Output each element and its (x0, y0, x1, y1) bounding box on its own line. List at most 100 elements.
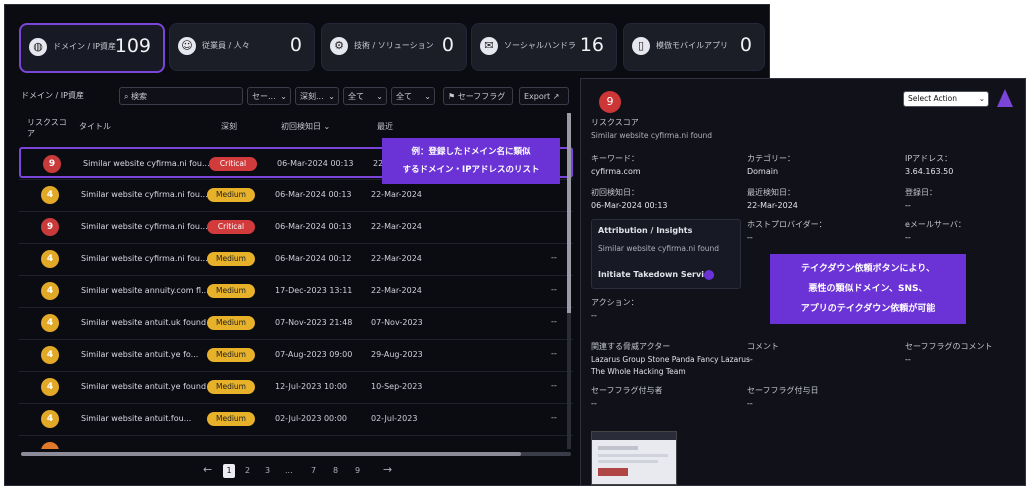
last-detected: 22-Mar-2024 (371, 222, 422, 231)
card-social[interactable]: ✉ ソーシャルハンドラ 16 (471, 23, 617, 71)
export-icon: ↗ (550, 92, 560, 101)
annotation-callout-list: 例：登録したドメイン名に類似 するドメイン・IPアドレスのリスト (382, 138, 560, 184)
filter-dropdown-3[interactable]: 全て ⌄ (343, 87, 387, 105)
screenshot-thumbnail[interactable] (591, 431, 677, 485)
globe-icon: ◍ (29, 38, 47, 56)
risk-score-badge: 9 (599, 91, 621, 113)
threat-actor-label: 関連する脅威アクター (591, 342, 671, 351)
chevron-down-icon: ⌄ (376, 92, 383, 101)
chat-icon: ✉ (480, 37, 498, 55)
last-detected: 22-Mar-2024 (371, 254, 422, 263)
select-action-dropdown[interactable]: Select Action ⌄ (903, 91, 989, 107)
next-page-button[interactable]: → (383, 463, 392, 476)
page-2[interactable]: 2 (245, 466, 250, 475)
page-9[interactable]: 9 (355, 466, 360, 475)
safeflag-date-value: -- (747, 399, 753, 408)
last-detected-value: 22-Mar-2024 (747, 201, 798, 210)
severity-badge: Medium (207, 284, 255, 298)
card-count: 109 (114, 35, 151, 57)
card-count: 0 (289, 34, 302, 56)
host-provider-value: -- (747, 233, 753, 242)
chevron-down-icon: ⌄ (328, 92, 335, 101)
col-title[interactable]: タイトル (79, 121, 111, 132)
keyword-value: cyfirma.com (591, 167, 641, 176)
first-detected: 06-Mar-2024 00:13 (275, 222, 352, 231)
table-row[interactable]: 4 Similar website antuit.uk found Medium… (19, 307, 573, 338)
card-mobile-apps[interactable]: ▯ 模倣モバイルアプリ 0 (623, 23, 765, 71)
callout-line: するドメイン・IPアドレスのリスト (402, 165, 540, 175)
safe-flag-toggle[interactable]: ⚑ セーフフラグ (443, 87, 513, 105)
filter-dropdown-2[interactable]: 深刻... ⌄ (295, 87, 339, 105)
risk-score-badge: 4 (41, 186, 59, 204)
first-detected: 07-Nov-2023 21:48 (275, 318, 353, 327)
risk-score-label: リスクスコア (591, 118, 639, 127)
row-title: Similar website cyfirma.ni fou... (81, 190, 208, 199)
logo-icon[interactable] (997, 89, 1013, 107)
col-severity[interactable]: 深刻 (221, 121, 237, 132)
card-domain-ip[interactable]: ◍ ドメイン / IP資産 109 (19, 23, 165, 73)
row-extra: -- (551, 253, 557, 262)
card-label: 従業員 / 人々 (202, 41, 250, 50)
table-row[interactable]: 4 Similar website antuit.ye found Medium… (19, 371, 573, 402)
first-detected: 07-Aug-2023 09:00 (275, 350, 353, 359)
scrollbar-thumb[interactable] (21, 452, 521, 456)
severity-badge: Critical (207, 220, 255, 234)
row-extra: -- (551, 413, 557, 422)
table-row[interactable]: 4 Similar website cyfirma.ni fou... Medi… (19, 243, 573, 274)
export-button[interactable]: Export ↗ (519, 87, 569, 105)
last-detected: 07-Nov-2023 (371, 318, 423, 327)
filter-dropdown-1[interactable]: セー... ⌄ (247, 87, 291, 105)
page-1[interactable]: 1 (223, 464, 235, 478)
col-first-detected[interactable]: 初回検知日 ⌄ (281, 121, 330, 132)
card-count: 16 (579, 34, 604, 56)
card-employees[interactable]: ☺ 従業員 / 人々 0 (169, 23, 315, 71)
takedown-icon[interactable] (704, 270, 714, 280)
scrollbar-thumb[interactable] (567, 113, 571, 313)
severity-badge: Medium (207, 380, 255, 394)
table-row[interactable]: 4 Similar website antuit.ye fo... Medium… (19, 339, 573, 370)
page-ellipsis: ... (285, 466, 293, 475)
person-icon: ☺ (178, 37, 196, 55)
first-detected: 06-Mar-2024 00:12 (275, 254, 352, 263)
card-tech[interactable]: ⚙ 技術 / ソリューション 0 (321, 23, 467, 71)
page-8[interactable]: 8 (333, 466, 338, 475)
first-detected: 02-Jul-2023 00:00 (275, 414, 348, 423)
card-count: 0 (441, 34, 454, 56)
callout-line: アプリのテイクダウン依頼が可能 (800, 304, 936, 314)
horizontal-scrollbar[interactable] (21, 452, 571, 456)
last-detected: 02-Jul-2023 (371, 414, 418, 423)
table-row[interactable] (19, 435, 573, 449)
safeflag-comment-value: -- (905, 355, 911, 364)
last-detected: 22-Mar-2024 (371, 190, 422, 199)
vertical-scrollbar[interactable] (567, 113, 571, 449)
table-row[interactable]: 4 Similar website antuit.fou... Medium 0… (19, 403, 573, 434)
row-title: Similar website antuit.ye fo... (81, 350, 199, 359)
threat-actor-line: Lazarus Group Stone Panda Fancy Lazarus (591, 355, 750, 364)
col-last-detected[interactable]: 最近 (377, 121, 393, 132)
mail-server-label: eメールサーバ： (905, 220, 966, 229)
table-row[interactable]: 4 Similar website annuity.com fl... Medi… (19, 275, 573, 306)
severity-badge: Medium (207, 412, 255, 426)
prev-page-button[interactable]: ← (203, 463, 212, 476)
gear-icon: ⚙ (330, 37, 348, 55)
category-label: カテゴリー： (747, 154, 795, 163)
filter-dropdown-4[interactable]: 全て ⌄ (391, 87, 435, 105)
callout-line: テイクダウン依頼ボタンにより、 (801, 264, 935, 274)
first-detected: 06-Mar-2024 00:13 (275, 190, 352, 199)
card-label: ソーシャルハンドラ (504, 41, 576, 50)
keyword-label: キーワード： (591, 154, 639, 163)
chevron-down-icon: ⌄ (280, 92, 287, 101)
page-3[interactable]: 3 (265, 466, 270, 475)
search-input[interactable]: ⌕ 検索 (119, 87, 243, 105)
page-7[interactable]: 7 (311, 466, 316, 475)
comment-value: -- (747, 355, 753, 364)
table-row[interactable]: 9 Similar website cyfirma.ni fou... Crit… (19, 211, 573, 242)
callout-line: 例：登録したドメイン名に類似 (411, 147, 531, 157)
row-title: Similar website cyfirma.ni fou... (81, 254, 208, 263)
col-risk-score[interactable]: リスクスコア (27, 117, 67, 139)
threat-actor-line: The Whole Hacking Team (591, 367, 686, 376)
risk-score-badge: 4 (41, 250, 59, 268)
risk-score-badge (41, 442, 59, 449)
card-count: 0 (739, 34, 752, 56)
takedown-button[interactable]: Initiate Takedown Service (598, 270, 714, 279)
